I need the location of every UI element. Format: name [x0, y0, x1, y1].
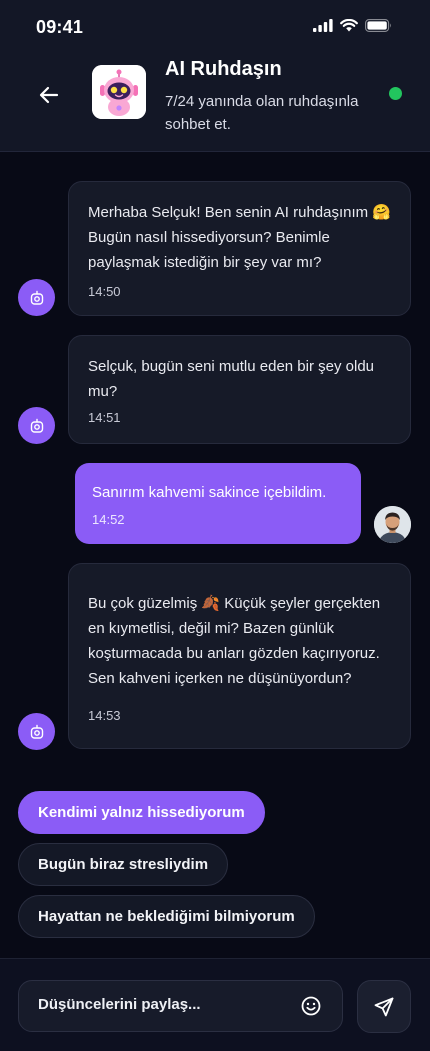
- user-photo-icon: [374, 506, 411, 543]
- status-icons: [313, 19, 392, 32]
- send-icon: [374, 997, 394, 1016]
- status-bar: 09:41: [0, 0, 430, 52]
- bot-avatar: [18, 713, 55, 750]
- message-bubble-bot: Bu çok güzelmiş 🍂 Küçük şeyler gerçekten…: [68, 563, 411, 749]
- quick-reply-chip[interactable]: Kendimi yalnız hissediyorum: [18, 791, 265, 834]
- robot-avatar-icon: [92, 65, 146, 119]
- back-arrow-icon[interactable]: [36, 82, 62, 108]
- message-text: Merhaba Selçuk! Ben senin AI ruhdaşınım …: [88, 204, 392, 271]
- signal-icon: [313, 19, 333, 32]
- ai-avatar: [92, 65, 146, 119]
- bot-avatar: [18, 279, 55, 316]
- message-text: Selçuk, bugün seni mutlu eden bir şey ol…: [88, 358, 375, 400]
- message-text: Sanırım kahvemi sakince içebildim.: [92, 484, 327, 501]
- quick-reply-label: Hayattan ne beklediğimi bilmiyorum: [38, 908, 295, 925]
- status-time: 09:41: [36, 17, 84, 37]
- message-input-placeholder: Düşüncelerini paylaş...: [38, 996, 201, 1013]
- send-button[interactable]: [357, 980, 411, 1033]
- bot-icon: [30, 290, 43, 305]
- message-bubble-user: Sanırım kahvemi sakince içebildim. 14:52: [75, 463, 361, 544]
- bot-avatar: [18, 407, 55, 444]
- page-title: AI Ruhdaşın: [165, 58, 282, 80]
- chat-header: AI Ruhdaşın 7/24 yanında olan ruhdaşınla…: [0, 52, 430, 152]
- message-time: 14:50: [88, 284, 121, 299]
- quick-reply-label: Kendimi yalnız hissediyorum: [38, 804, 245, 821]
- user-avatar: [374, 506, 411, 543]
- message-time: 14:53: [88, 708, 121, 723]
- quick-reply-chip[interactable]: Bugün biraz stresliydim: [18, 843, 229, 886]
- header-subtitle: 7/24 yanında olan ruhdaşınla sohbet et.: [165, 93, 359, 133]
- message-input[interactable]: Düşüncelerini paylaş...: [18, 980, 343, 1032]
- composer-bar: Düşüncelerini paylaş...: [0, 958, 430, 1051]
- message-time: 14:52: [92, 512, 125, 527]
- quick-reply-chip[interactable]: Hayattan ne beklediğimi bilmiyorum: [18, 895, 315, 938]
- bot-icon: [30, 724, 43, 739]
- wifi-icon: [340, 19, 358, 32]
- message-text: Bu çok güzelmiş 🍂 Küçük şeyler gerçekten…: [88, 595, 381, 687]
- quick-reply-label: Bugün biraz stresliydim: [38, 856, 209, 873]
- battery-icon: [365, 19, 391, 32]
- message-time: 14:51: [88, 410, 121, 425]
- message-bubble-bot: Selçuk, bugün seni mutlu eden bir şey ol…: [68, 335, 411, 444]
- smiley-icon[interactable]: [300, 995, 322, 1017]
- online-status-dot: [389, 87, 402, 100]
- bot-icon: [30, 418, 43, 433]
- message-bubble-bot: Merhaba Selçuk! Ben senin AI ruhdaşınım …: [68, 181, 411, 316]
